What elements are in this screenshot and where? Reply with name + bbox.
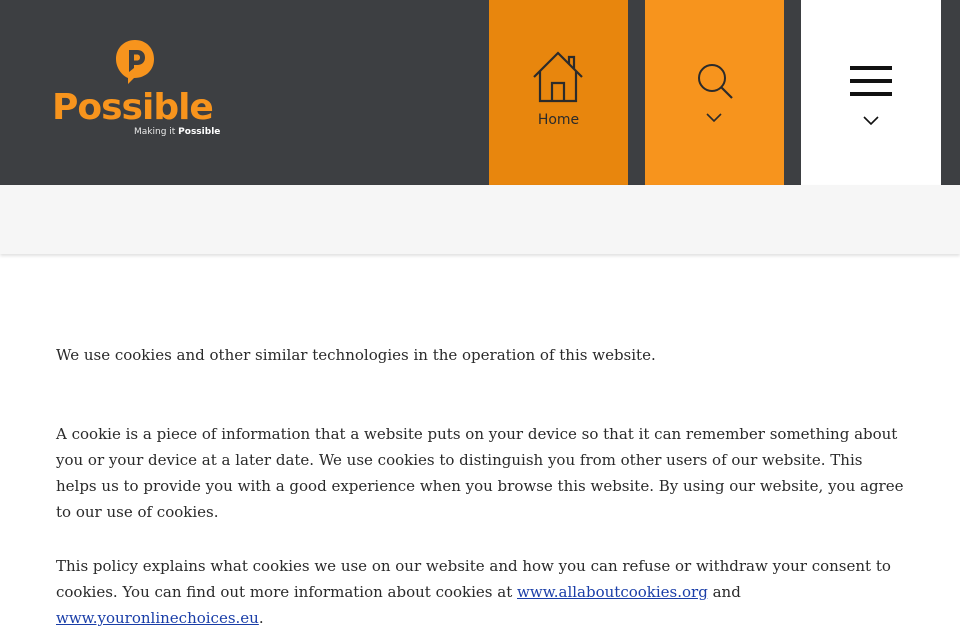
- logo-pin-icon: [116, 40, 154, 84]
- tagline-prefix: Making it: [134, 127, 179, 137]
- nav-search-button[interactable]: [645, 0, 784, 185]
- house-icon: [531, 50, 585, 108]
- tagline-bold: Possible: [178, 127, 221, 137]
- paragraph-policy-explanation: This policy explains what cookies we use…: [56, 553, 906, 631]
- policy-text-start: This policy explains what cookies we use…: [56, 557, 891, 601]
- nav-home-button[interactable]: Home: [489, 0, 628, 185]
- logo-wordmark: Possible: [52, 87, 214, 128]
- site-header: Possible Making it Possible Home: [0, 0, 960, 185]
- sub-navigation-bar: [0, 185, 960, 254]
- link-youronlinechoices[interactable]: www.youronlinechoices.eu: [56, 609, 259, 627]
- site-logo[interactable]: Possible Making it Possible: [52, 38, 222, 142]
- logo-tagline: Making it Possible: [134, 127, 220, 137]
- nav-home-label: Home: [537, 112, 580, 128]
- chevron-down-icon: [706, 108, 722, 127]
- hamburger-menu-icon: [850, 66, 892, 100]
- chevron-down-icon: [863, 111, 879, 130]
- paragraph-cookie-definition: A cookie is a piece of information that …: [56, 425, 904, 521]
- nav-menu-button[interactable]: [801, 0, 941, 185]
- search-icon: [696, 62, 734, 104]
- policy-text-end: .: [258, 609, 264, 627]
- policy-text-and: and: [707, 583, 741, 601]
- paragraph-intro: We use cookies and other similar technol…: [56, 346, 656, 364]
- link-allaboutcookies[interactable]: www.allaboutcookies.org: [517, 583, 708, 601]
